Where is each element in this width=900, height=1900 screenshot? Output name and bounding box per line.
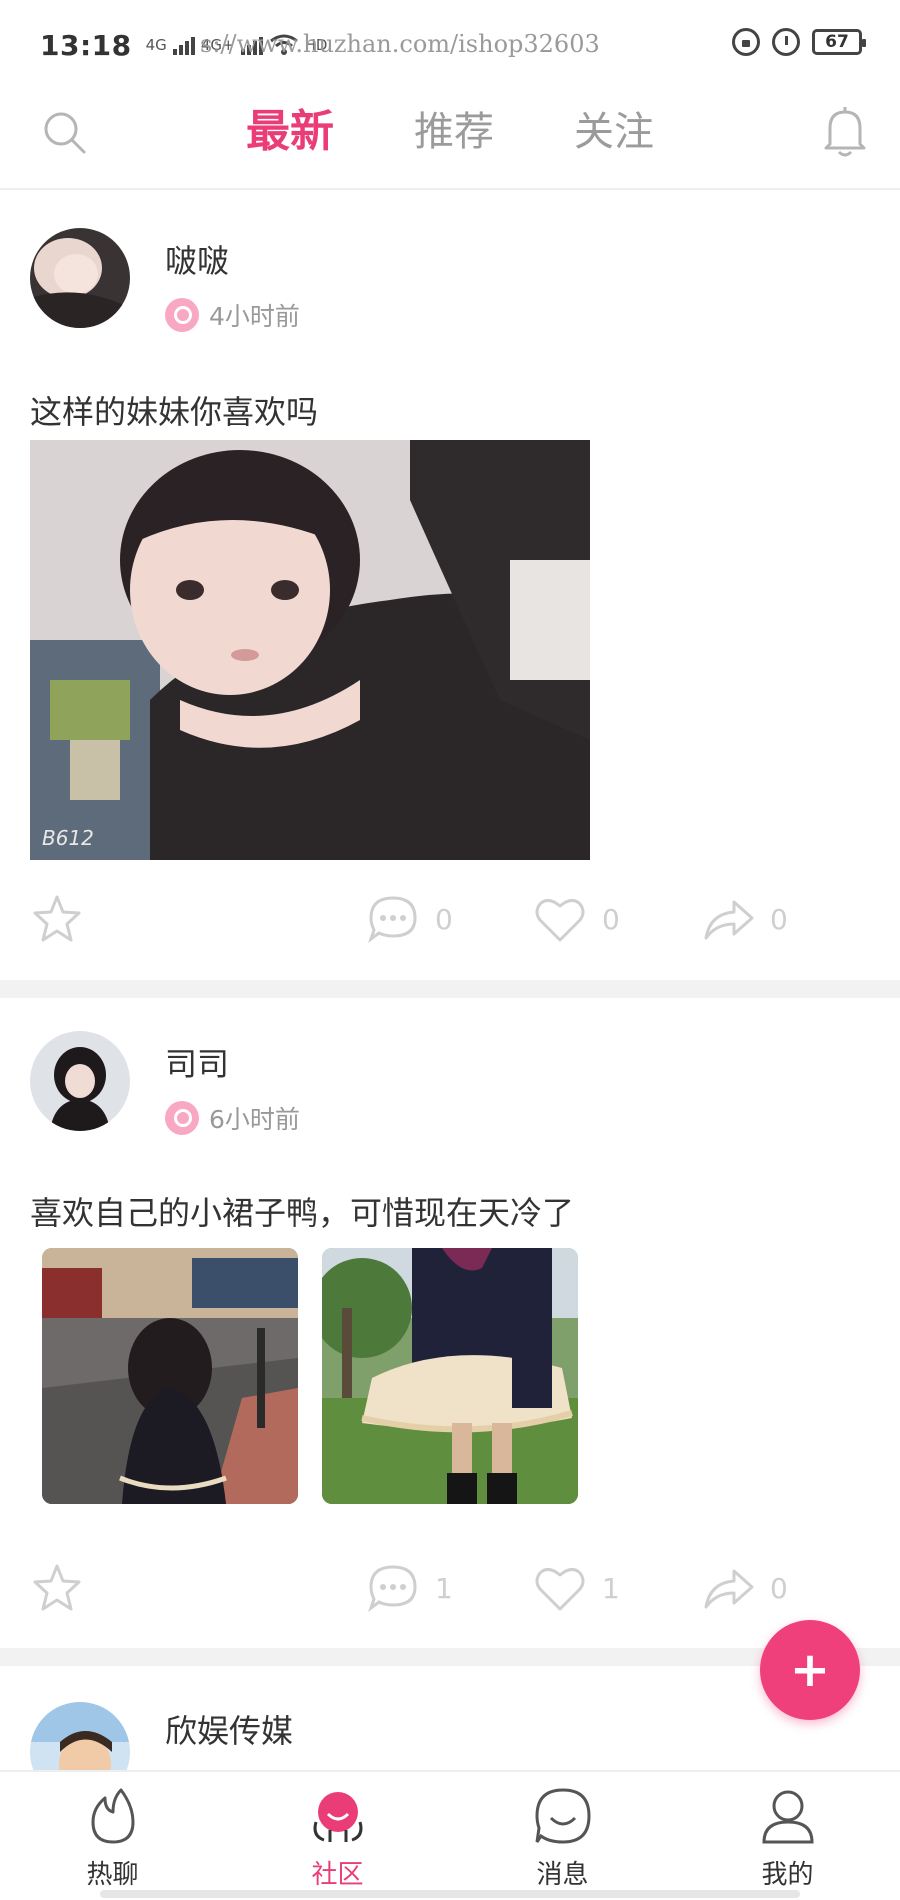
signal-bars-icon — [172, 35, 195, 55]
community-badge-icon — [165, 298, 199, 332]
favorite-button[interactable] — [30, 892, 84, 946]
nav-item-community[interactable]: 社区 — [225, 1772, 450, 1900]
post-photo[interactable] — [42, 1248, 298, 1504]
post-username[interactable]: 欣娱传媒 — [165, 1706, 293, 1752]
post-time: 6小时前 — [209, 1105, 300, 1134]
share-icon — [704, 1569, 754, 1609]
nav-item-hot-chat[interactable]: 热聊 — [0, 1772, 225, 1900]
nav-label: 我的 — [761, 1860, 814, 1890]
favorite-button[interactable] — [30, 1561, 84, 1615]
signal-label-1: 4G — [145, 36, 167, 54]
share-button[interactable]: 0 — [700, 892, 788, 946]
avatar[interactable] — [30, 1031, 130, 1131]
message-icon — [534, 1788, 591, 1844]
post-photo[interactable]: B612 — [30, 440, 590, 860]
nav-item-profile[interactable]: 我的 — [675, 1772, 900, 1900]
avatar[interactable] — [30, 228, 130, 328]
star-icon — [33, 895, 81, 942]
photo-watermark: B612 — [42, 826, 94, 850]
watermark-url: s://www.huzhan.com/ishop32603 — [200, 30, 600, 58]
top-nav: 最新 推荐 关注 — [0, 90, 900, 190]
profile-icon — [761, 1790, 814, 1844]
post-meta: 4小时前 — [165, 297, 300, 333]
feed: 啵啵 4小时前 这样的妹妹你喜欢吗 B612 0 0 0 司司 6小时前 喜欢自… — [0, 192, 900, 1866]
feed-tabs: 最新 推荐 关注 — [0, 90, 900, 190]
post-text: 喜欢自己的小裙子鸭，可惜现在天冷了 — [30, 1194, 575, 1232]
nav-label: 热聊 — [86, 1860, 139, 1890]
tab-recommended[interactable]: 推荐 — [414, 102, 494, 162]
flame-icon — [91, 1788, 134, 1844]
star-icon — [33, 1564, 81, 1611]
community-icon — [313, 1792, 362, 1842]
comment-button[interactable]: 1 — [365, 1561, 453, 1615]
nav-label: 社区 — [311, 1860, 364, 1890]
comment-icon — [368, 1565, 417, 1613]
post-card[interactable]: 啵啵 4小时前 这样的妹妹你喜欢吗 B612 0 0 0 — [0, 192, 900, 980]
post-username[interactable]: 司司 — [165, 1039, 229, 1085]
like-count: 0 — [602, 902, 620, 936]
comment-count: 0 — [435, 902, 453, 936]
like-button[interactable]: 0 — [532, 892, 620, 946]
heart-icon — [535, 1568, 585, 1611]
share-icon — [704, 900, 754, 940]
tab-following[interactable]: 关注 — [574, 102, 654, 162]
like-count: 1 — [602, 1571, 620, 1605]
battery-icon: 67 — [812, 29, 866, 55]
post-meta: 6小时前 — [165, 1100, 300, 1136]
comment-count: 1 — [435, 1571, 453, 1605]
comment-icon — [368, 896, 417, 944]
like-button[interactable]: 1 — [532, 1561, 620, 1615]
post-actions: 1 1 0 — [0, 1561, 900, 1631]
home-indicator[interactable] — [100, 1890, 800, 1898]
bottom-nav: 热聊 社区 消息 我的 — [0, 1770, 900, 1900]
battery-level: 67 — [825, 32, 849, 52]
heart-icon — [535, 899, 585, 942]
status-time: 13:18 — [40, 28, 132, 62]
post-time: 4小时前 — [209, 302, 300, 331]
post-divider — [0, 980, 900, 998]
bell-icon[interactable] — [820, 104, 870, 160]
share-count: 0 — [770, 902, 788, 936]
alarm-icon — [772, 28, 800, 56]
nav-label: 消息 — [536, 1860, 589, 1890]
comment-button[interactable]: 0 — [365, 892, 453, 946]
status-bar: 13:18 4G 4G+ HD s://www.huzhan.com/ishop… — [0, 0, 900, 90]
rotation-lock-icon — [732, 28, 760, 56]
tab-latest[interactable]: 最新 — [246, 102, 334, 162]
post-text: 这样的妹妹你喜欢吗 — [30, 393, 319, 431]
post-actions: 0 0 0 — [0, 892, 900, 962]
community-badge-icon — [165, 1101, 199, 1135]
create-post-button[interactable]: + — [760, 1620, 860, 1720]
post-photo[interactable] — [322, 1248, 578, 1504]
post-card[interactable]: 司司 6小时前 喜欢自己的小裙子鸭，可惜现在天冷了 1 1 0 — [0, 998, 900, 1648]
post-username[interactable]: 啵啵 — [165, 236, 229, 282]
share-button[interactable]: 0 — [700, 1561, 788, 1615]
share-count: 0 — [770, 1571, 788, 1605]
nav-item-messages[interactable]: 消息 — [450, 1772, 675, 1900]
status-right: 67 — [732, 28, 866, 56]
